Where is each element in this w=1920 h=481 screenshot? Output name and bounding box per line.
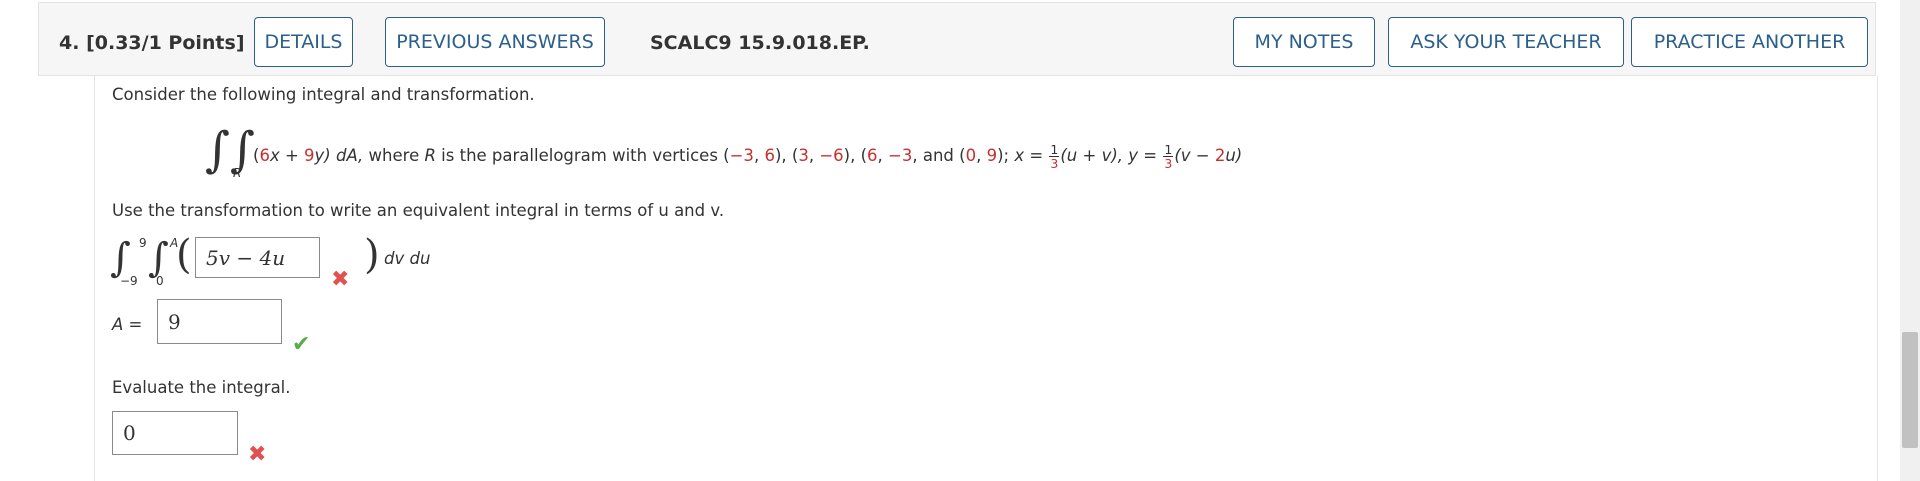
outer-lower-limit: −9 [120, 274, 138, 288]
incorrect-icon-2: ✖ [248, 442, 267, 467]
question-label: 4. [0.33/1 Points] [59, 32, 245, 54]
previous-answers-button[interactable]: PREVIOUS ANSWERS [385, 17, 605, 67]
integral-statement: (6x + 9y) dA, where R is the parallelogr… [253, 142, 1243, 172]
my-notes-button[interactable]: MY NOTES [1233, 17, 1375, 67]
scrollbar-thumb[interactable] [1902, 332, 1918, 448]
ask-your-teacher-button[interactable]: ASK YOUR TEACHER [1388, 17, 1624, 67]
integrand-answer-field[interactable]: 5v − 4u [195, 237, 320, 278]
part1-instruction: Use the transformation to write an equiv… [112, 201, 725, 220]
question-header: 4. [0.33/1 Points] DETAILS PREVIOUS ANSW… [38, 2, 1876, 76]
part2-instruction: Evaluate the integral. [112, 378, 291, 397]
outer-upper-limit: 9 [139, 236, 147, 250]
question-body [94, 76, 1878, 481]
open-paren: ( [176, 232, 192, 278]
intro-text: Consider the following integral and tran… [112, 85, 535, 104]
a-label: A = [112, 315, 143, 334]
fraction-one-third-y: 13 [1163, 142, 1174, 172]
a-answer-field[interactable]: 9 [157, 299, 282, 344]
inner-integral-sign: ∫ [148, 235, 169, 281]
outer-integral-sign: ∫ [110, 235, 131, 281]
close-paren: ) [364, 232, 380, 278]
question-code: SCALC9 15.9.018.EP. [650, 32, 870, 54]
incorrect-icon: ✖ [331, 267, 350, 292]
practice-another-button[interactable]: PRACTICE ANOTHER [1631, 17, 1868, 67]
evaluate-answer-field[interactable]: 0 [112, 411, 238, 455]
fraction-one-third-x: 13 [1049, 142, 1060, 172]
correct-check-icon: ✔ [292, 332, 311, 357]
inner-lower-limit: 0 [156, 274, 164, 288]
differentials: dv du [384, 249, 431, 268]
region-subscript: R [233, 166, 242, 180]
details-button[interactable]: DETAILS [254, 17, 353, 67]
double-integral-sign: ∫∫ [205, 122, 256, 178]
